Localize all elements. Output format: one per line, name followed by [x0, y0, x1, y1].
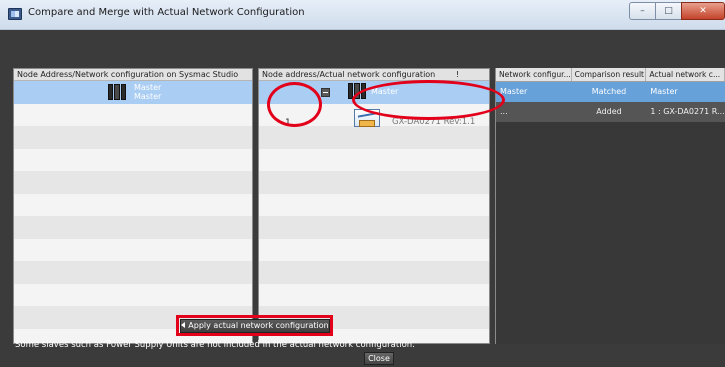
list-item[interactable]: [14, 126, 252, 149]
sysmac-master-label: Master: [134, 83, 162, 92]
dialog-client-area: Node Address/Network configuration on Sy…: [0, 30, 725, 367]
list-item[interactable]: [259, 126, 489, 149]
actual-config-header-label: Node address/Actual network configuratio…: [262, 70, 436, 79]
sysmac-master-sublabel: Master: [134, 92, 162, 101]
actual-config-header: Node address/Actual network configuratio…: [259, 69, 489, 81]
list-item[interactable]: [14, 103, 252, 126]
footer-note: Some slaves such as Power Supply Units a…: [15, 340, 415, 350]
list-item[interactable]: [14, 148, 252, 171]
sysmac-config-panel: Node Address/Network configuration on Sy…: [13, 68, 253, 344]
app-window-icon: [8, 8, 22, 20]
table-cell: 1 : GX-DA0271 R...: [650, 107, 725, 116]
plc-controller-icon: [108, 84, 126, 100]
annotation-slave-ellipse: [352, 80, 505, 120]
window-controls: – □ ✕: [629, 2, 725, 20]
table-row[interactable]: Master Matched Master: [496, 82, 725, 102]
annotation-apply-rect: [176, 315, 333, 336]
comparison-table: Network configur... Comparison result Ac…: [495, 68, 725, 344]
list-item[interactable]: [14, 261, 252, 284]
list-item[interactable]: [259, 148, 489, 171]
column-comparison-result[interactable]: Comparison result: [572, 68, 647, 81]
sysmac-master-node: Master Master: [108, 83, 161, 101]
collapse-icon[interactable]: [321, 88, 330, 97]
table-cell: Matched: [591, 87, 627, 96]
window-title: Compare and Merge with Actual Network Co…: [28, 7, 305, 18]
list-item[interactable]: [259, 261, 489, 284]
list-item[interactable]: [14, 193, 252, 216]
maximize-button[interactable]: □: [655, 2, 681, 20]
list-item[interactable]: [259, 283, 489, 306]
column-network-config[interactable]: Network configur...: [496, 68, 572, 81]
list-item[interactable]: [259, 216, 489, 239]
minimize-button[interactable]: –: [629, 2, 655, 20]
comparison-table-header: Network configur... Comparison result Ac…: [496, 68, 725, 82]
table-cell: ...: [500, 107, 508, 116]
table-cell: Master: [500, 87, 528, 96]
header-marker: !: [456, 70, 460, 79]
list-item[interactable]: [259, 193, 489, 216]
table-row[interactable]: ... Added 1 : GX-DA0271 R...: [496, 102, 725, 122]
list-item[interactable]: [14, 283, 252, 306]
table-cell: Added: [596, 107, 622, 116]
close-button[interactable]: Close: [364, 352, 394, 365]
list-item[interactable]: [259, 171, 489, 194]
window-close-button[interactable]: ✕: [681, 2, 725, 20]
window-titlebar: Compare and Merge with Actual Network Co…: [0, 0, 725, 30]
list-item[interactable]: [259, 238, 489, 261]
list-item[interactable]: [14, 238, 252, 261]
list-item[interactable]: [14, 171, 252, 194]
column-actual-network[interactable]: Actual network c...: [646, 68, 725, 81]
annotation-node-ellipse: [267, 82, 322, 127]
sysmac-config-header: Node Address/Network configuration on Sy…: [14, 69, 252, 81]
list-item[interactable]: [14, 216, 252, 239]
sysmac-config-rows: [14, 81, 252, 343]
table-cell: Master: [650, 87, 678, 96]
